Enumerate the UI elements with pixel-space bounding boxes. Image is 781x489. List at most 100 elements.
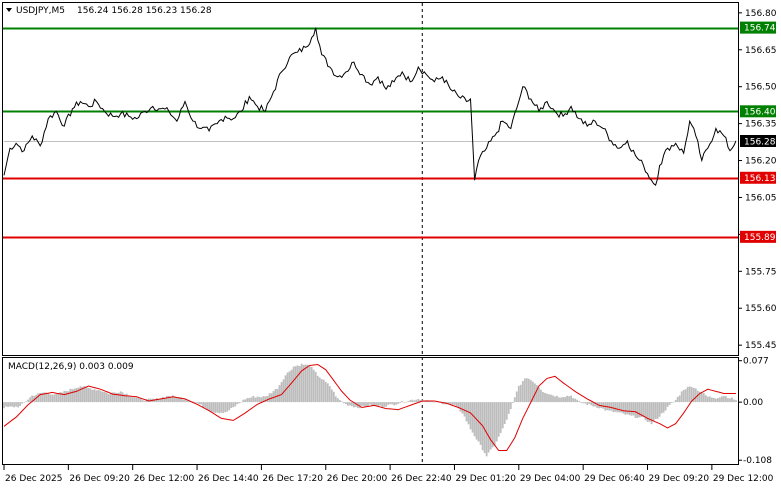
macd-histogram-bar: [95, 390, 98, 403]
time-tick-label: 29 Dec 06:40: [584, 474, 645, 484]
macd-histogram-bar: [348, 402, 351, 406]
macd-histogram-bar: [121, 392, 124, 403]
macd-histogram-bar: [405, 402, 408, 403]
macd-histogram-bar: [246, 398, 249, 403]
macd-histogram-bar: [369, 402, 371, 405]
macd-histogram-bar: [338, 400, 341, 403]
macd-histogram-bar: [664, 402, 667, 411]
macd-histogram-bar: [15, 402, 17, 407]
macd-histogram-bar: [375, 402, 377, 406]
macd-histogram-bar: [332, 391, 335, 403]
macd-histogram-bar: [310, 366, 313, 403]
macd-histogram-bar: [523, 378, 526, 403]
macd-histogram-bar: [556, 395, 558, 403]
level-tag-label-3: 155.89: [744, 233, 776, 243]
macd-histogram-bar: [381, 402, 383, 408]
macd-histogram-bar: [676, 396, 679, 403]
price-tick-label: 156.80: [745, 9, 777, 19]
macd-histogram-bar: [733, 399, 735, 403]
macd-histogram-bar: [586, 402, 589, 406]
macd-histogram-bar: [346, 402, 349, 406]
macd-histogram-bar: [658, 402, 661, 417]
macd-histogram-bar: [252, 395, 255, 403]
chart-canvas: 156.80 156.65 156.50 156.35 156.20 156.05 155.…: [2, 2, 777, 484]
macd-histogram-bar: [218, 402, 221, 414]
macd-histogram-bar: [694, 388, 697, 403]
macd-histogram-bar: [240, 402, 243, 403]
macd-histogram-bar: [336, 398, 339, 403]
macd-histogram-bar: [433, 402, 436, 403]
time-tick-label: 26 Dec 17:20: [262, 474, 323, 484]
macd-histogram-bar: [97, 389, 100, 403]
macd-histogram-bar: [682, 389, 685, 403]
price-tick-label: 156.20: [745, 157, 777, 167]
macd-histogram-bar: [73, 388, 76, 403]
macd-histogram-bar: [407, 401, 410, 403]
macd-histogram-bar: [714, 398, 717, 403]
macd-histogram-bar: [389, 402, 392, 405]
macd-histogram-bar: [662, 402, 665, 413]
macd-histogram-bar: [232, 402, 235, 408]
macd-histogram-bar: [93, 389, 96, 403]
level-tag-label-0: 156.74: [744, 24, 776, 34]
macd-histogram-bar: [107, 394, 110, 403]
macd-histogram-bar: [495, 402, 498, 442]
macd-histogram-bar: [489, 402, 492, 450]
macd-histogram-bar: [710, 397, 713, 403]
macd-histogram-bar: [717, 398, 719, 403]
macd-title: MACD(12,26,9) 0.003 0.009: [8, 362, 134, 372]
time-tick-label: 26 Dec 20:00: [327, 474, 388, 484]
macd-histogram-bar: [521, 381, 524, 403]
macd-histogram-bar: [210, 402, 213, 412]
macd-histogram-bar: [226, 402, 229, 412]
macd-histogram-bar: [554, 396, 556, 403]
macd-histogram-bar: [99, 390, 102, 403]
macd-histogram-bar: [373, 402, 375, 406]
macd-histogram-bar: [359, 402, 361, 409]
macd-histogram-bar: [453, 402, 456, 405]
macd-histogram-bar: [161, 397, 164, 403]
macd-histogram-bar: [13, 402, 15, 408]
macd-histogram-bar: [449, 402, 452, 405]
symbol-label: USDJPY,M5: [16, 6, 65, 16]
macd-histogram-bar: [101, 391, 104, 403]
macd-histogram-bar: [361, 402, 363, 406]
macd-histogram-bar: [538, 387, 540, 403]
macd-histogram-bar: [69, 388, 72, 403]
macd-histogram-bar: [290, 369, 293, 403]
macd-histogram-bar: [65, 391, 68, 403]
macd-histogram-bar: [129, 396, 132, 403]
macd-histogram-bar: [306, 364, 309, 403]
time-tick-label: 29 Dec 09:20: [649, 474, 710, 484]
macd-histogram-bar: [473, 402, 476, 437]
macd-histogram-bar: [7, 402, 9, 407]
macd-histogram-bar: [656, 402, 659, 419]
macd-histogram-bar: [632, 402, 635, 416]
macd-histogram-bar: [417, 398, 420, 403]
macd-histogram-bar: [622, 402, 625, 414]
macd-histogram-bar: [666, 402, 669, 407]
macd-histogram-bar: [517, 385, 520, 403]
macd-histogram-bar: [230, 402, 233, 409]
macd-histogram-bar: [312, 369, 315, 403]
macd-histogram-bar: [660, 402, 663, 414]
macd-histogram-bar: [109, 392, 112, 403]
macd-histogram-bar: [626, 402, 629, 415]
macd-histogram-bar: [206, 402, 209, 410]
macd-histogram-bar: [228, 402, 231, 411]
macd-histogram-bar: [141, 400, 144, 403]
macd-histogram-bar: [519, 384, 522, 403]
macd-histogram-bar: [330, 389, 333, 403]
macd-histogram-bar: [475, 402, 478, 440]
macd-histogram-bar: [493, 402, 496, 446]
macd-histogram-bar: [3, 402, 5, 409]
macd-histogram-bar: [258, 396, 261, 403]
macd-histogram-bar: [298, 366, 301, 403]
macd-histogram-bar: [57, 393, 60, 403]
macd-histogram-bar: [224, 402, 227, 413]
macd-histogram-bar: [634, 402, 637, 418]
macd-histogram-bar: [133, 397, 136, 403]
macd-histogram-bar: [501, 402, 504, 429]
macd-histogram-bar: [212, 402, 215, 413]
macd-histogram-bar: [272, 391, 275, 403]
